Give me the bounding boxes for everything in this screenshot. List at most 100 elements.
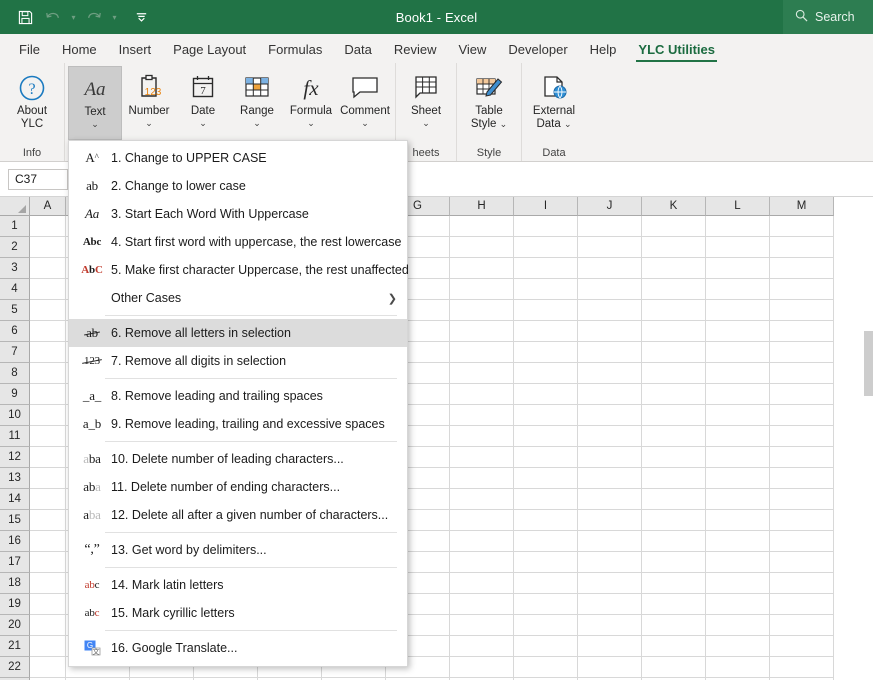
tab-page-layout[interactable]: Page Layout <box>162 39 257 63</box>
row-header-5[interactable]: 5 <box>0 300 30 321</box>
cell-J3[interactable] <box>578 258 642 279</box>
cell-A9[interactable] <box>30 384 66 405</box>
cell-I15[interactable] <box>514 510 578 531</box>
cell-K22[interactable] <box>642 657 706 678</box>
cell-J19[interactable] <box>578 594 642 615</box>
row-header-11[interactable]: 11 <box>0 426 30 447</box>
cell-I20[interactable] <box>514 615 578 636</box>
formula-chevron-down-icon[interactable]: ⌄ <box>307 118 315 129</box>
cell-J14[interactable] <box>578 489 642 510</box>
cell-M8[interactable] <box>770 363 834 384</box>
cell-M10[interactable] <box>770 405 834 426</box>
cell-L21[interactable] <box>706 636 770 657</box>
cell-J2[interactable] <box>578 237 642 258</box>
column-header-m[interactable]: M <box>770 197 834 216</box>
cell-M1[interactable] <box>770 216 834 237</box>
cell-I17[interactable] <box>514 552 578 573</box>
cell-A13[interactable] <box>30 468 66 489</box>
column-header-h[interactable]: H <box>450 197 514 216</box>
cell-K5[interactable] <box>642 300 706 321</box>
cell-H13[interactable] <box>450 468 514 489</box>
row-header-14[interactable]: 14 <box>0 489 30 510</box>
external-data-button[interactable]: External Data ⌄ <box>525 66 583 140</box>
cell-K16[interactable] <box>642 531 706 552</box>
menu-item-mark-cyrillic-letters[interactable]: abc 15. Mark cyrillic letters <box>69 599 407 627</box>
cell-I12[interactable] <box>514 447 578 468</box>
row-header-7[interactable]: 7 <box>0 342 30 363</box>
row-header-18[interactable]: 18 <box>0 573 30 594</box>
about-ylc-button[interactable]: ? About YLC <box>3 66 61 140</box>
tab-ylc-utilities[interactable]: YLC Utilities <box>627 39 726 63</box>
cell-I22[interactable] <box>514 657 578 678</box>
tab-home[interactable]: Home <box>51 39 108 63</box>
row-header-21[interactable]: 21 <box>0 636 30 657</box>
cell-A14[interactable] <box>30 489 66 510</box>
select-all-corner-icon[interactable] <box>0 197 30 216</box>
cell-I11[interactable] <box>514 426 578 447</box>
row-header-15[interactable]: 15 <box>0 510 30 531</box>
range-chevron-down-icon[interactable]: ⌄ <box>253 118 261 129</box>
cell-J6[interactable] <box>578 321 642 342</box>
external-data-chevron-down-icon[interactable]: ⌄ <box>564 119 572 129</box>
sheet-chevron-down-icon[interactable]: ⌄ <box>422 118 430 129</box>
cell-K15[interactable] <box>642 510 706 531</box>
cell-A18[interactable] <box>30 573 66 594</box>
cell-J12[interactable] <box>578 447 642 468</box>
cell-A19[interactable] <box>30 594 66 615</box>
comment-chevron-down-icon[interactable]: ⌄ <box>361 118 369 129</box>
cell-J8[interactable] <box>578 363 642 384</box>
cell-I7[interactable] <box>514 342 578 363</box>
cell-K18[interactable] <box>642 573 706 594</box>
row-header-13[interactable]: 13 <box>0 468 30 489</box>
column-header-k[interactable]: K <box>642 197 706 216</box>
cell-M22[interactable] <box>770 657 834 678</box>
row-header-8[interactable]: 8 <box>0 363 30 384</box>
cell-I5[interactable] <box>514 300 578 321</box>
cell-H1[interactable] <box>450 216 514 237</box>
cell-L4[interactable] <box>706 279 770 300</box>
cell-M21[interactable] <box>770 636 834 657</box>
cell-I1[interactable] <box>514 216 578 237</box>
cell-J5[interactable] <box>578 300 642 321</box>
cell-J17[interactable] <box>578 552 642 573</box>
range-button[interactable]: Range ⌄ <box>230 66 284 140</box>
cell-H3[interactable] <box>450 258 514 279</box>
date-button[interactable]: 7 Date ⌄ <box>176 66 230 140</box>
cell-K8[interactable] <box>642 363 706 384</box>
column-header-i[interactable]: I <box>514 197 578 216</box>
cell-L1[interactable] <box>706 216 770 237</box>
cell-A2[interactable] <box>30 237 66 258</box>
row-header-22[interactable]: 22 <box>0 657 30 678</box>
search-box[interactable]: Search <box>783 0 873 34</box>
cell-H19[interactable] <box>450 594 514 615</box>
tab-formulas[interactable]: Formulas <box>257 39 333 63</box>
cell-I2[interactable] <box>514 237 578 258</box>
cell-I19[interactable] <box>514 594 578 615</box>
cell-K4[interactable] <box>642 279 706 300</box>
cell-M13[interactable] <box>770 468 834 489</box>
tab-help[interactable]: Help <box>579 39 628 63</box>
date-chevron-down-icon[interactable]: ⌄ <box>199 118 207 129</box>
cell-A5[interactable] <box>30 300 66 321</box>
cell-J21[interactable] <box>578 636 642 657</box>
cell-H18[interactable] <box>450 573 514 594</box>
cell-J13[interactable] <box>578 468 642 489</box>
cell-K11[interactable] <box>642 426 706 447</box>
column-header-j[interactable]: J <box>578 197 642 216</box>
cell-I6[interactable] <box>514 321 578 342</box>
cell-K9[interactable] <box>642 384 706 405</box>
menu-item-google-translate[interactable]: G文 16. Google Translate... <box>69 634 407 662</box>
formula-button[interactable]: fx Formula ⌄ <box>284 66 338 140</box>
cell-A4[interactable] <box>30 279 66 300</box>
cell-I4[interactable] <box>514 279 578 300</box>
menu-item-remove-leading-trailing-spaces[interactable]: _a_ 8. Remove leading and trailing space… <box>69 382 407 410</box>
cell-H4[interactable] <box>450 279 514 300</box>
cell-A11[interactable] <box>30 426 66 447</box>
row-header-4[interactable]: 4 <box>0 279 30 300</box>
cell-K7[interactable] <box>642 342 706 363</box>
cell-L8[interactable] <box>706 363 770 384</box>
cell-M18[interactable] <box>770 573 834 594</box>
cell-I21[interactable] <box>514 636 578 657</box>
cell-A16[interactable] <box>30 531 66 552</box>
menu-item-remove-all-digits[interactable]: 123 7. Remove all digits in selection <box>69 347 407 375</box>
